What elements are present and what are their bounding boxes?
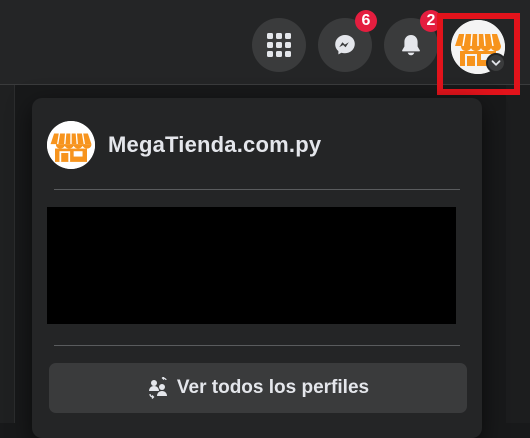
switch-profiles-icon [147, 377, 169, 399]
divider [54, 345, 460, 346]
profile-name: MegaTienda.com.py [108, 132, 322, 157]
messenger-badge: 6 [355, 10, 377, 32]
profile-avatar [47, 121, 95, 169]
see-all-profiles-label: Ver todos los perfiles [176, 377, 370, 398]
menu-button[interactable] [252, 18, 306, 72]
store-icon [47, 121, 95, 169]
bell-icon [402, 35, 420, 56]
account-menu-toggle[interactable] [486, 53, 506, 73]
messenger-icon [335, 35, 355, 55]
chevron-down-icon [491, 60, 501, 66]
current-profile-row[interactable]: MegaTienda.com.py [47, 120, 321, 170]
left-panel [0, 85, 15, 423]
right-panel [506, 85, 530, 423]
grid-icon [267, 33, 291, 57]
redacted-area [47, 207, 456, 324]
see-all-profiles-button[interactable]: Ver todos los perfiles [49, 363, 467, 413]
account-menu: MegaTienda.com.py Ver todos los perfiles [32, 98, 482, 438]
divider [54, 189, 460, 190]
